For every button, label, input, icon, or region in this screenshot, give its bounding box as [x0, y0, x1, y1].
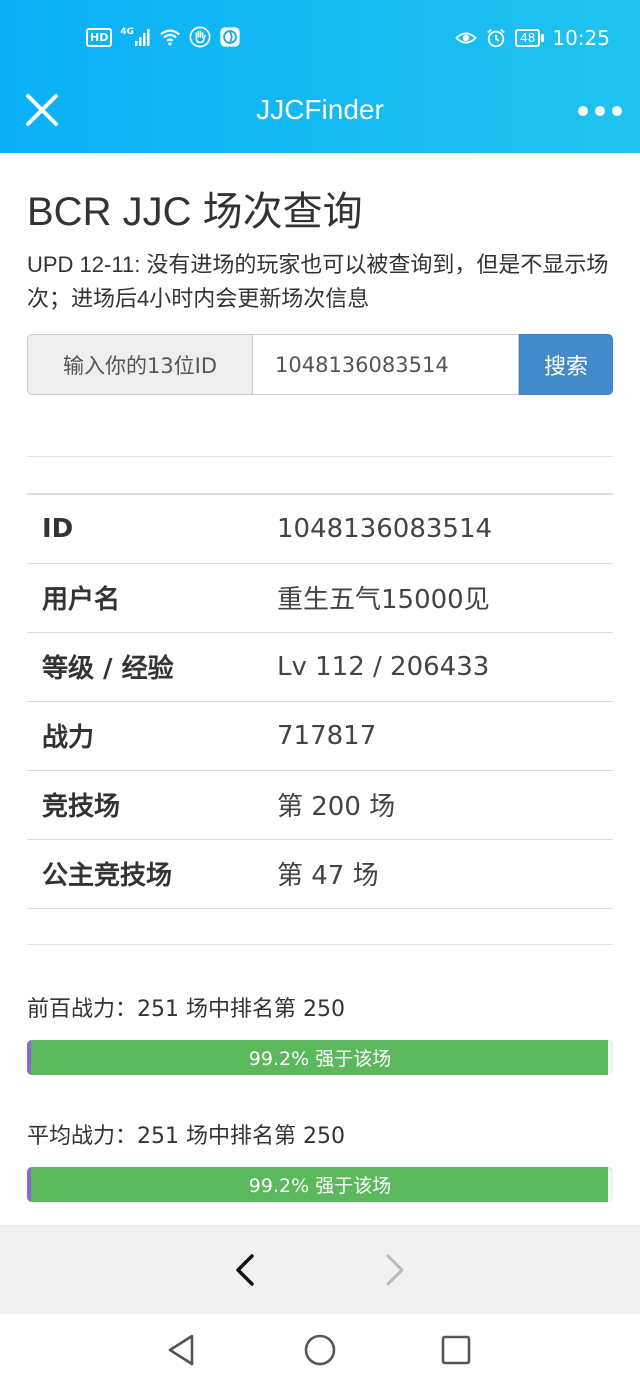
browser-icon — [220, 27, 240, 47]
table-row: ID 1048136083514 — [27, 494, 613, 563]
table-row: 用户名 重生五气15000见 — [27, 563, 613, 632]
table-row: 竞技场 第 200 场 — [27, 770, 613, 839]
chevron-left-icon[interactable] — [228, 1250, 262, 1290]
search-button[interactable]: 搜索 — [519, 334, 613, 395]
row-value-power: 717817 — [277, 720, 377, 751]
row-label-power: 战力 — [42, 723, 95, 753]
row-label-id: ID — [42, 513, 74, 544]
battery-icon: 48 — [515, 29, 545, 47]
triangle-back-icon[interactable] — [164, 1332, 200, 1368]
browser-nav — [0, 1225, 640, 1314]
signal-icon: 4G — [120, 28, 151, 46]
average-progress-bar: 99.2% 强于该场 — [27, 1166, 613, 1202]
chevron-right-icon[interactable] — [378, 1250, 412, 1290]
row-value-princess-arena: 第 47 场 — [277, 861, 379, 891]
hand-icon — [189, 26, 211, 48]
main-content: BCR JJC 场次查询 UPD 12-11: 没有进场的玩家也可以被查询到，但… — [27, 153, 613, 1225]
top100-rank-label: 前百战力：251 场中排名第 250 — [27, 996, 345, 1022]
divider — [27, 456, 613, 457]
square-recents-icon[interactable] — [438, 1332, 474, 1368]
row-label-level: 等级 / 经验 — [42, 654, 174, 684]
network-label: 4G — [120, 27, 134, 37]
row-label-username: 用户名 — [42, 585, 121, 615]
page-title: BCR JJC 场次查询 — [27, 190, 363, 234]
row-value-id: 1048136083514 — [277, 513, 493, 544]
row-value-arena: 第 200 场 — [277, 792, 396, 822]
top100-progress-bar: 99.2% 强于该场 — [27, 1039, 613, 1075]
status-right: 48 10:25 — [455, 26, 610, 50]
hd-icon: HD — [86, 27, 113, 47]
app-title: JJCFinder — [256, 94, 384, 125]
row-label-princess-arena: 公主竞技场 — [42, 861, 173, 891]
wifi-icon — [160, 29, 180, 46]
search-group: 输入你的13位ID 搜索 — [27, 334, 613, 395]
table-row: 公主竞技场 第 47 场 — [27, 839, 613, 908]
circle-home-icon[interactable] — [302, 1332, 338, 1368]
id-input[interactable] — [252, 334, 519, 395]
average-rank-block: 平均战力：251 场中排名第 250 99.2% 强于该场 — [27, 1122, 613, 1202]
progress-text: 99.2% 强于该场 — [248, 1174, 392, 1197]
status-bar: HD 4G 48 10:25 — [0, 0, 640, 80]
row-value-username: 重生五气15000见 — [277, 585, 490, 615]
search-addon-label: 输入你的13位ID — [27, 334, 252, 395]
player-info-table: ID 1048136083514 用户名 重生五气15000见 等级 / 经验 … — [27, 493, 613, 909]
app-bar: JJCFinder — [0, 80, 640, 153]
progress-text: 99.2% 强于该场 — [248, 1047, 392, 1070]
eye-icon — [455, 32, 478, 44]
header: HD 4G 48 10:25 JJCFinder — [0, 0, 640, 153]
table-row: 等级 / 经验 Lv 112 / 206433 — [27, 632, 613, 701]
clock: 10:25 — [552, 26, 610, 50]
average-rank-label: 平均战力：251 场中排名第 250 — [27, 1123, 345, 1149]
top100-rank-block: 前百战力：251 场中排名第 250 99.2% 强于该场 — [27, 995, 613, 1075]
alarm-icon — [487, 29, 505, 48]
row-label-arena: 竞技场 — [42, 792, 121, 822]
divider — [27, 943, 613, 945]
system-nav — [0, 1314, 640, 1386]
more-icon[interactable] — [578, 96, 622, 126]
row-value-level: Lv 112 / 206433 — [277, 651, 490, 682]
table-row: 战力 717817 — [27, 701, 613, 770]
battery-level: 48 — [515, 29, 541, 47]
update-note: UPD 12-11: 没有进场的玩家也可以被查询到，但是不显示场次；进场后4小时… — [27, 252, 609, 311]
status-left: HD 4G — [86, 26, 241, 48]
